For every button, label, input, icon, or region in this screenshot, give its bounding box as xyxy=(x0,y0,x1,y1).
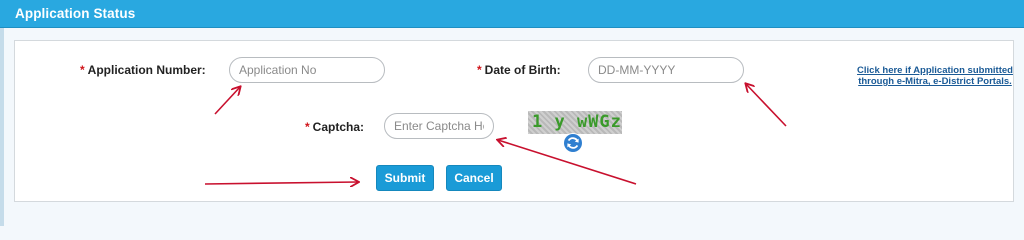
application-number-label: * Application Number: xyxy=(80,63,206,77)
date-of-birth-label-text: Date of Birth: xyxy=(484,63,561,77)
captcha-label-text: Captcha: xyxy=(312,120,365,134)
captcha-label: * Captcha: xyxy=(305,120,364,134)
required-mark: * xyxy=(477,63,482,77)
captcha-image-text: 1 y wWGz xyxy=(532,112,622,132)
required-mark: * xyxy=(305,120,310,134)
application-number-input[interactable] xyxy=(229,57,385,83)
date-of-birth-input[interactable] xyxy=(588,57,744,83)
emitra-link-line1: Click here if Application submitted xyxy=(857,65,1013,76)
required-mark: * xyxy=(80,63,85,77)
left-edge-strip xyxy=(0,28,4,226)
emitra-district-link[interactable]: Click here if Application submitted thro… xyxy=(856,65,1014,87)
refresh-icon-glyph xyxy=(564,134,582,152)
emitra-link-line2: through e-Mitra, e-District Portals. xyxy=(858,76,1012,87)
application-number-label-text: Application Number: xyxy=(87,63,206,77)
submit-button[interactable]: Submit xyxy=(376,165,434,191)
cancel-button[interactable]: Cancel xyxy=(446,165,502,191)
captcha-image: 1 y wWGz xyxy=(528,111,622,134)
date-of-birth-label: * Date of Birth: xyxy=(477,63,561,77)
captcha-input[interactable] xyxy=(384,113,494,139)
page-header: Application Status xyxy=(0,0,1024,28)
page-title: Application Status xyxy=(15,6,136,21)
refresh-icon[interactable] xyxy=(563,133,583,153)
